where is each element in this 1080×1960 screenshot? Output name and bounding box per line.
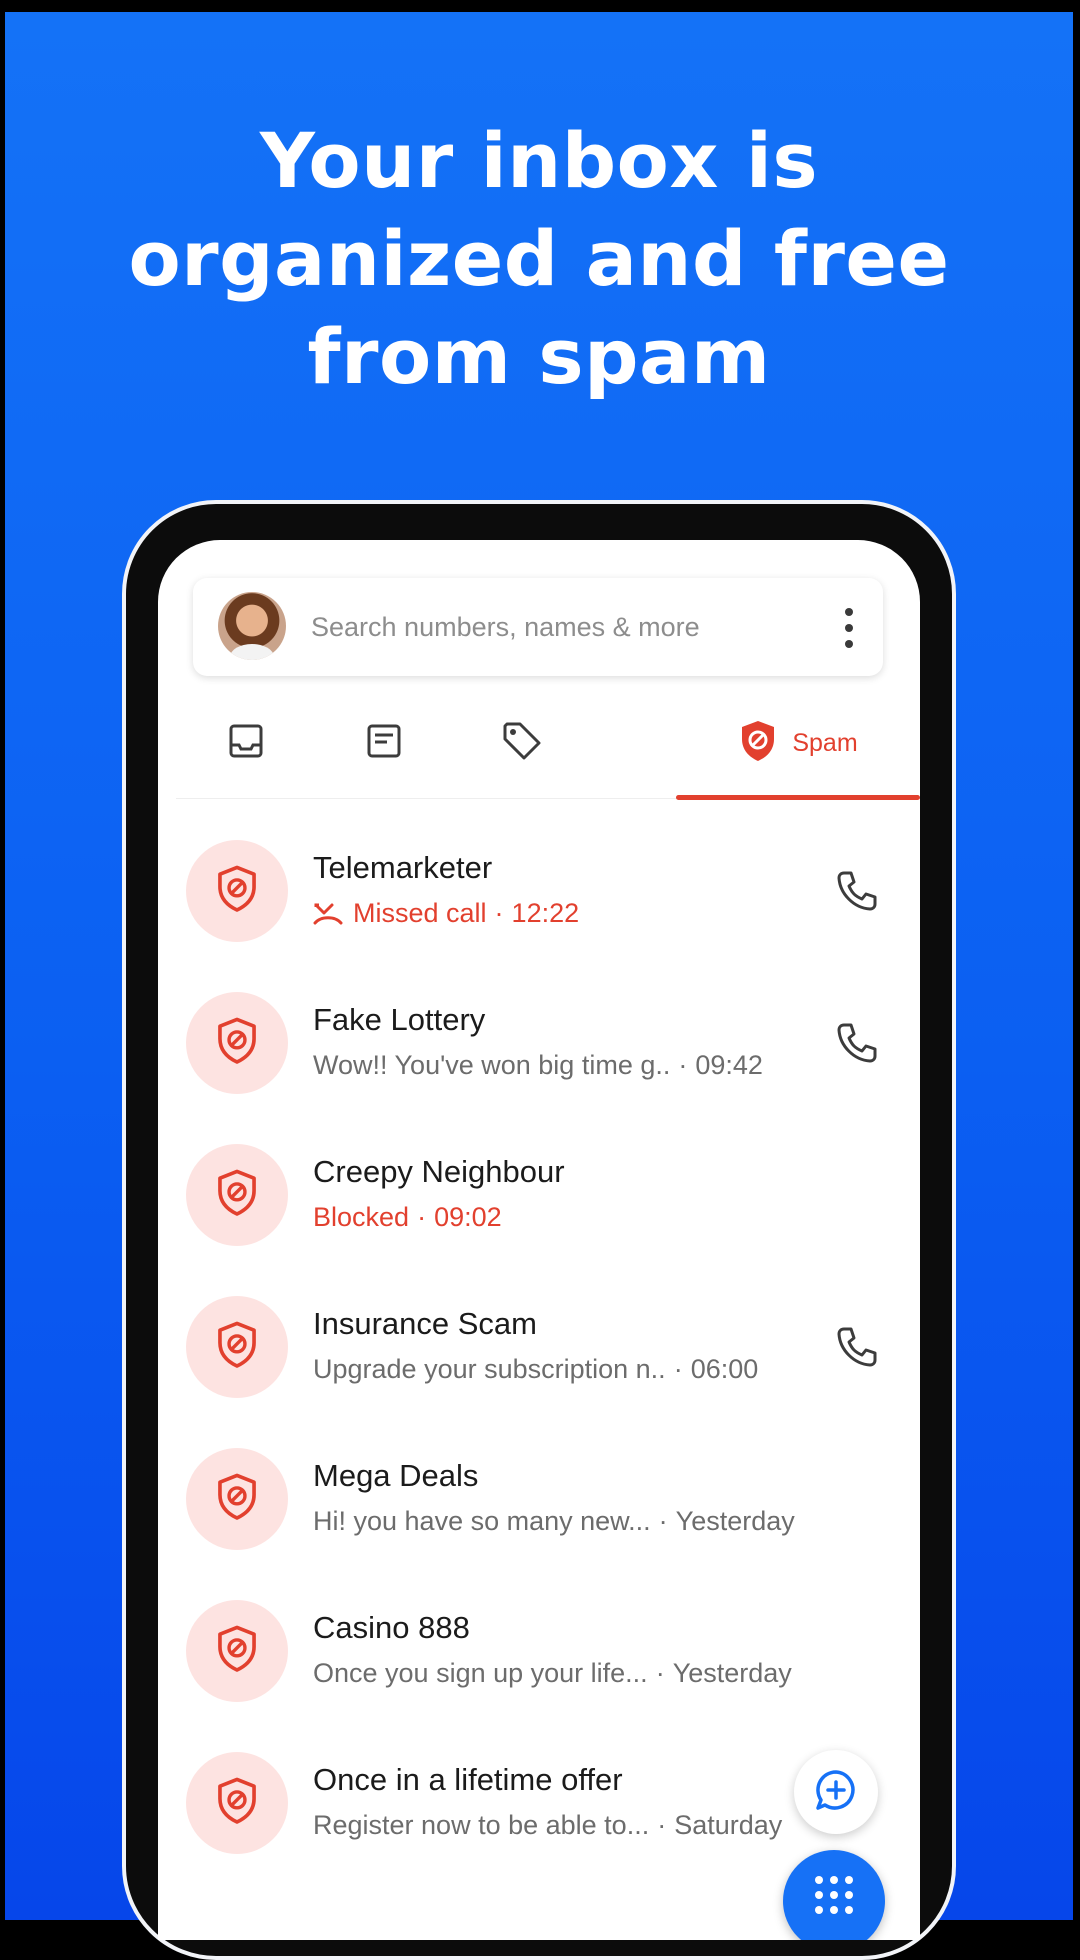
row-time: 06:00 [690, 1354, 759, 1384]
row-separator: · [655, 1658, 665, 1688]
spam-shield-icon [214, 1168, 260, 1223]
row-time: Saturday [674, 1810, 783, 1840]
spam-list: Telemarketer Missed call · 12:22 Fake Lotter… [158, 840, 920, 1904]
headline: Your inbox is organized and free from sp… [5, 112, 1073, 406]
row-snippet: Wow!! You've won big time g.. [313, 1050, 671, 1080]
spam-shield-icon [214, 1776, 260, 1831]
spam-avatar [186, 992, 288, 1094]
row-snippet: Blocked [313, 1202, 410, 1232]
spam-shield-icon [214, 1624, 260, 1679]
search-bar[interactable] [193, 578, 883, 676]
row-snippet: Missed call [353, 898, 487, 928]
row-snippet: Once you sign up your life... [313, 1658, 648, 1688]
phone-icon [835, 1021, 879, 1070]
active-tab-indicator [676, 795, 920, 800]
call-button[interactable] [834, 1022, 880, 1068]
row-separator: · [673, 1354, 683, 1384]
phone-icon [835, 1325, 879, 1374]
spam-shield-icon [214, 1472, 260, 1527]
row-title: Fake Lottery [313, 1002, 486, 1037]
dialpad-icon [815, 1876, 853, 1914]
row-title: Telemarketer [313, 850, 493, 885]
search-input[interactable] [311, 578, 791, 676]
row-subtitle: Wow!! You've won big time g.. · 09:42 [313, 1050, 763, 1081]
row-subtitle: Hi! you have so many new... · Yesterday [313, 1506, 795, 1537]
row-separator: · [658, 1506, 668, 1536]
spam-avatar [186, 1144, 288, 1246]
spam-row[interactable]: Casino 888 Once you sign up your life... ·… [158, 1600, 920, 1752]
headline-line-3: from spam [307, 312, 771, 401]
row-time: 09:02 [434, 1202, 502, 1232]
row-title: Mega Deals [313, 1458, 479, 1493]
row-separator: · [678, 1050, 688, 1080]
row-title: Insurance Scam [313, 1306, 537, 1341]
row-time: 12:22 [511, 898, 580, 928]
row-snippet: Hi! you have so many new... [313, 1506, 651, 1536]
row-title: Casino 888 [313, 1610, 470, 1645]
spam-row[interactable]: Mega Deals Hi! you have so many new... · Ye… [158, 1448, 920, 1600]
spam-shield-icon [738, 719, 778, 768]
add-chat-icon [813, 1767, 859, 1818]
row-subtitle: Blocked · 09:02 [313, 1202, 502, 1233]
row-subtitle: Missed call · 12:22 [313, 898, 579, 929]
profile-avatar[interactable] [218, 592, 286, 660]
message-icon [364, 721, 404, 766]
row-snippet: Upgrade your subscription n.. [313, 1354, 666, 1384]
spam-row[interactable]: Creepy Neighbour Blocked · 09:02 [158, 1144, 920, 1296]
spam-row[interactable]: Insurance Scam Upgrade your subscription … [158, 1296, 920, 1448]
new-message-button[interactable] [794, 1750, 878, 1834]
inbox-icon [226, 721, 266, 766]
row-title: Creepy Neighbour [313, 1154, 565, 1189]
phone-icon [835, 869, 879, 918]
row-snippet: Register now to be able to... [313, 1810, 650, 1840]
spam-avatar [186, 1448, 288, 1550]
tab-spam[interactable]: Spam [676, 688, 920, 798]
row-time: Yesterday [672, 1658, 792, 1688]
spam-row[interactable]: Fake Lottery Wow!! You've won big time g.… [158, 992, 920, 1144]
row-subtitle: Once you sign up your life... · Yesterday [313, 1658, 792, 1689]
call-button[interactable] [834, 1326, 880, 1372]
headline-line-2: organized and free [128, 214, 950, 303]
spam-row[interactable]: Telemarketer Missed call · 12:22 [158, 840, 920, 992]
tab-bar: Spam [176, 688, 920, 800]
tab-spam-label: Spam [792, 728, 858, 757]
tab-inbox[interactable] [176, 688, 316, 798]
row-subtitle: Upgrade your subscription n.. · 06:00 [313, 1354, 758, 1385]
row-separator: · [417, 1202, 427, 1232]
spam-avatar [186, 840, 288, 942]
spam-shield-icon [214, 864, 260, 919]
headline-line-1: Your inbox is [259, 116, 819, 205]
spam-shield-icon [214, 1320, 260, 1375]
spam-avatar [186, 1296, 288, 1398]
tab-offers[interactable] [452, 688, 592, 798]
tab-messages[interactable] [314, 688, 454, 798]
spam-avatar [186, 1600, 288, 1702]
row-time: 09:42 [695, 1050, 763, 1080]
tag-icon [500, 719, 544, 768]
row-subtitle: Register now to be able to... · Saturday [313, 1810, 782, 1841]
spam-avatar [186, 1752, 288, 1854]
row-separator: · [494, 898, 504, 928]
phone-screen: Spam TelemarketerMissed call·12:22Fake L… [158, 540, 920, 1940]
row-separator: · [657, 1810, 667, 1840]
row-time: Yesterday [675, 1506, 795, 1536]
missed-call-icon [313, 901, 343, 927]
row-title: Once in a lifetime offer [313, 1762, 623, 1797]
spam-shield-icon [214, 1016, 260, 1071]
more-options-icon[interactable] [843, 608, 855, 648]
call-button[interactable] [834, 870, 880, 916]
